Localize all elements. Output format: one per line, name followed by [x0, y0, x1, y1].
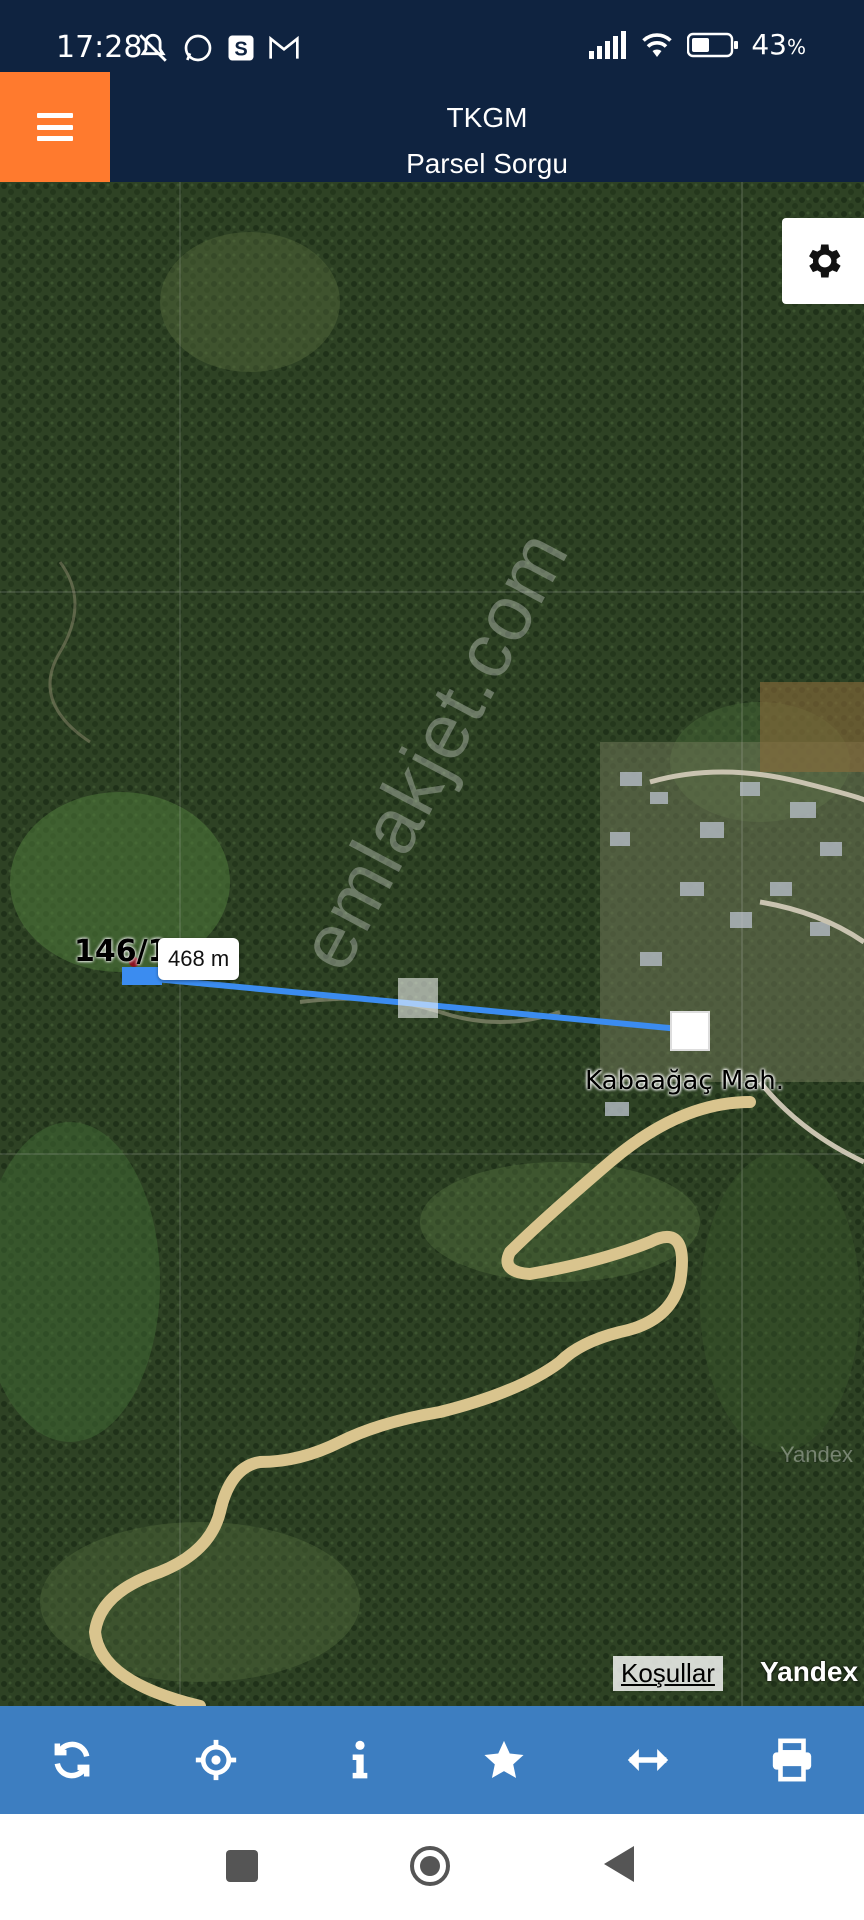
- recents-button[interactable]: [226, 1850, 258, 1882]
- place-label: Kabaağaç Mah.: [585, 1066, 784, 1096]
- star-icon: [484, 1740, 524, 1779]
- back-button[interactable]: [604, 1846, 634, 1882]
- terms-link[interactable]: Koşullar: [613, 1656, 723, 1691]
- print-button[interactable]: [752, 1720, 832, 1800]
- system-icons: 43%: [589, 28, 806, 61]
- locate-icon: [195, 1739, 237, 1781]
- measure-icon: [627, 1749, 669, 1771]
- app-header: TKGM Parsel Sorgu: [0, 72, 864, 182]
- map-view[interactable]: emlakjet.com Yandex 146/1 468 m Kabaağaç…: [0, 182, 864, 1706]
- hamburger-icon: [37, 113, 73, 141]
- status-bar: 17:28 S 43%: [0, 0, 864, 72]
- settings-button[interactable]: [782, 218, 864, 304]
- provider-logo: Yandex: [760, 1656, 859, 1687]
- favorite-button[interactable]: [464, 1720, 544, 1800]
- home-button[interactable]: [408, 1844, 452, 1888]
- measure-button[interactable]: [608, 1720, 688, 1800]
- menu-button[interactable]: [0, 72, 110, 182]
- tile-watermark: Yandex: [780, 1442, 853, 1467]
- wifi-icon: [642, 32, 673, 57]
- s-app-icon: S: [228, 35, 254, 61]
- print-icon: [772, 1738, 812, 1782]
- whatsapp-icon: [184, 34, 212, 62]
- gmail-icon: [269, 35, 299, 59]
- distance-label: 468 m: [158, 938, 240, 980]
- refresh-button[interactable]: [32, 1720, 112, 1800]
- battery-icon: [687, 32, 739, 57]
- app-title: TKGM: [446, 102, 528, 133]
- parcel-label[interactable]: 146/1: [74, 934, 168, 969]
- info-icon: [352, 1740, 368, 1779]
- gear-icon: [809, 244, 841, 278]
- status-time: 17:28: [56, 30, 143, 65]
- svg-text:S: S: [234, 39, 247, 61]
- signal-icon: [589, 30, 627, 59]
- app-subtitle: Parsel Sorgu: [406, 148, 568, 179]
- measure-end-marker[interactable]: [670, 1011, 710, 1051]
- notification-icons: S: [136, 30, 300, 66]
- refresh-icon: [54, 1741, 90, 1779]
- info-button[interactable]: [320, 1720, 400, 1800]
- system-nav-bar: [0, 1814, 864, 1920]
- mute-icon: [139, 33, 167, 62]
- battery-level: 43%: [751, 28, 806, 61]
- locate-button[interactable]: [176, 1720, 256, 1800]
- map-toolbar: [0, 1706, 864, 1814]
